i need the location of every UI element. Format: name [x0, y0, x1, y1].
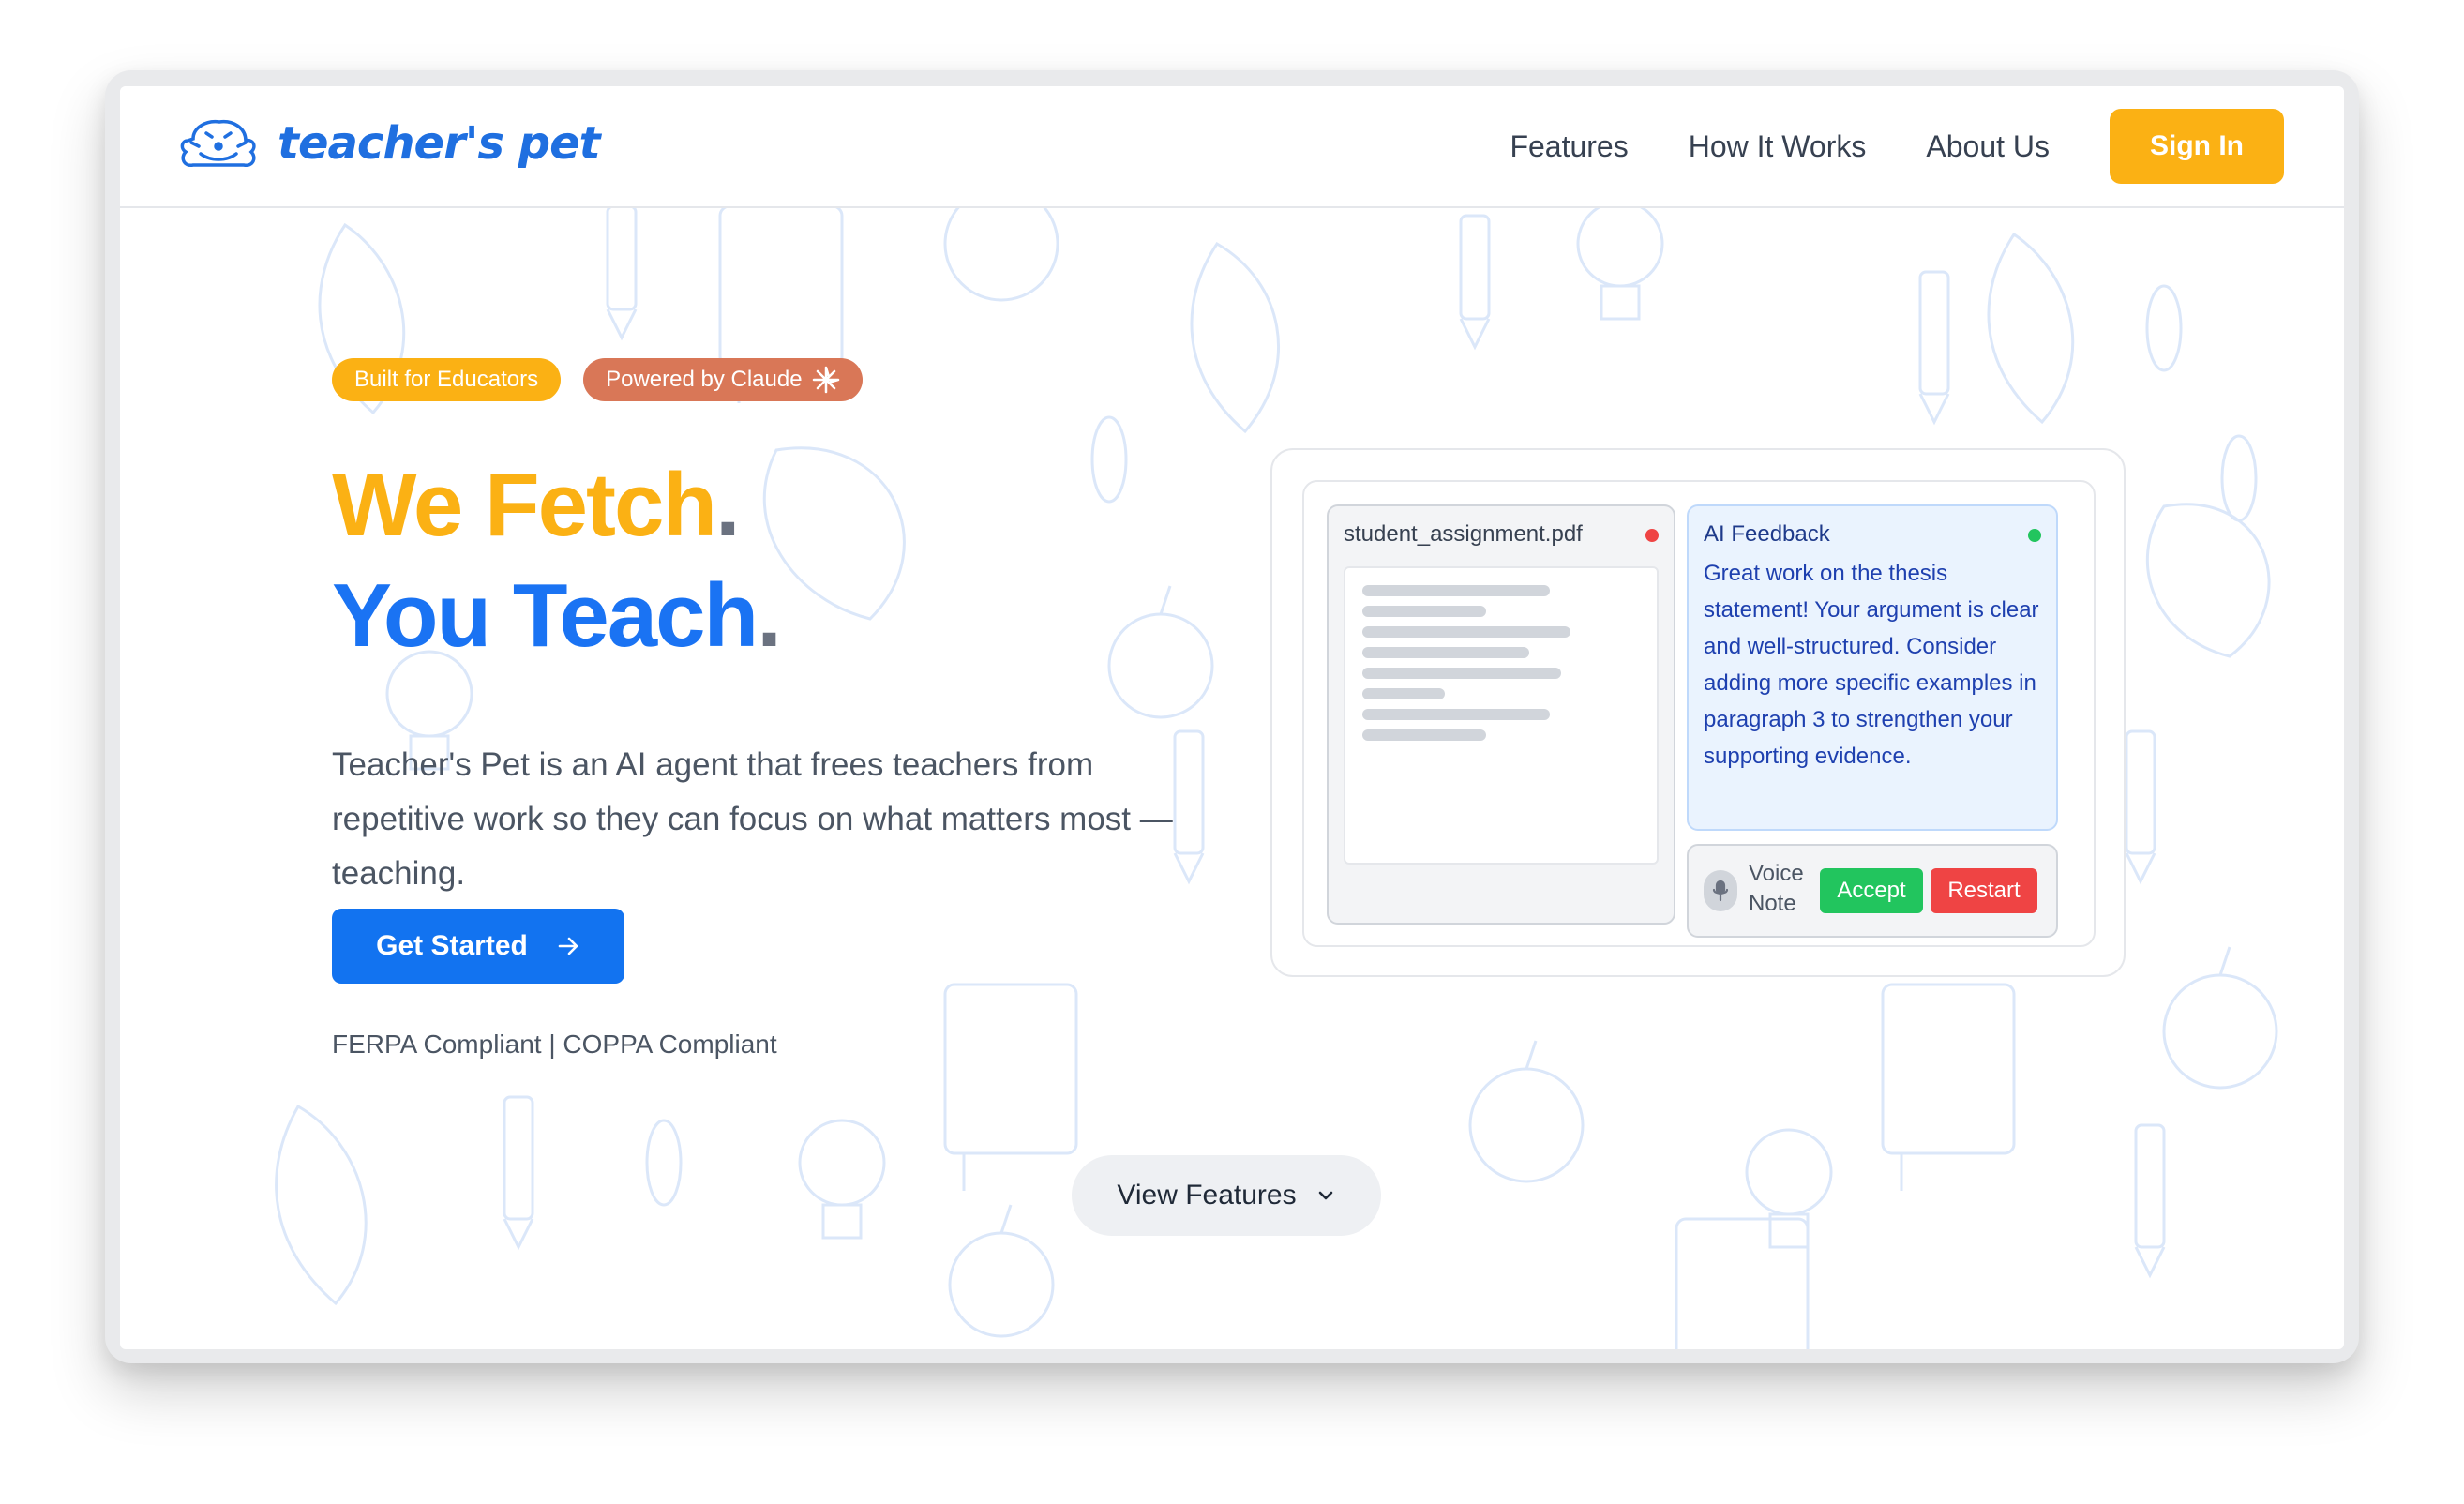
headline-we-fetch: We Fetch. — [332, 454, 741, 557]
ai-feedback-text: Great work on the thesis statement! Your… — [1704, 561, 2039, 769]
chevron-down-icon — [1315, 1185, 1336, 1206]
status-dot-green — [2028, 529, 2041, 542]
book-doodle — [1881, 983, 2016, 1191]
pencil-doodle — [1918, 270, 1950, 426]
apple-doodle — [1468, 1040, 1585, 1183]
leaf-doodle — [275, 1104, 368, 1306]
brand-logo[interactable]: teacher's pet — [178, 111, 601, 176]
book-doodle — [1675, 1217, 1810, 1349]
text-line-placeholder — [1362, 688, 1445, 699]
badge-label: Powered by Claude — [606, 367, 803, 392]
book-doodle — [943, 983, 1078, 1191]
page-viewport: teacher's pet Features How It Works Abou… — [120, 86, 2344, 1349]
headline-period: . — [714, 455, 741, 555]
dog-mascot-icon — [180, 119, 256, 167]
lightbulb-doodle — [1576, 206, 1664, 321]
get-started-button[interactable]: Get Started — [332, 909, 624, 984]
microphone-icon[interactable] — [1704, 870, 1737, 911]
headline-period: . — [757, 565, 782, 666]
restart-button[interactable]: Restart — [1931, 868, 2037, 913]
pencil-doodle — [2125, 729, 2156, 885]
demo-preview-inner: student_assignment.pdf AI Feedback Great… — [1302, 480, 2096, 947]
view-features-button[interactable]: View Features — [1072, 1155, 1381, 1236]
voice-note-label: Voice Note — [1749, 861, 1804, 916]
status-dot-red — [1645, 529, 1659, 542]
badge-label: Built for Educators — [354, 367, 539, 392]
accept-button[interactable]: Accept — [1820, 868, 1923, 913]
paperclip-doodle — [1090, 415, 1128, 504]
assignment-document-panel: student_assignment.pdf — [1327, 504, 1675, 925]
text-line-placeholder — [1362, 606, 1486, 617]
compliance-note: FERPA Compliant | COPPA Compliant — [332, 1030, 777, 1059]
text-line-placeholder — [1362, 709, 1550, 720]
leaf-doodle — [1190, 242, 1281, 434]
get-started-label: Get Started — [376, 930, 528, 961]
text-line-placeholder — [1362, 668, 1561, 679]
text-line-placeholder — [1362, 647, 1529, 658]
nav-link-features[interactable]: Features — [1510, 129, 1628, 164]
pencil-doodle — [1459, 214, 1491, 351]
apple-doodle — [948, 1204, 1055, 1338]
hero-description: Teacher's Pet is an AI agent that frees … — [332, 746, 1173, 892]
text-line-placeholder — [1362, 585, 1550, 596]
main-nav: Features How It Works About Us Sign In — [1510, 109, 2284, 184]
ai-feedback-title: AI Feedback — [1704, 521, 1830, 547]
apple-doodle — [943, 206, 1059, 302]
paperclip-doodle — [2220, 434, 2258, 522]
leaf-doodle — [2145, 503, 2271, 658]
pencil-doodle — [503, 1095, 534, 1251]
document-preview — [1344, 566, 1659, 865]
arrow-right-icon — [556, 934, 580, 958]
site-header: teacher's pet Features How It Works Abou… — [120, 86, 2344, 208]
pencil-doodle — [606, 206, 638, 341]
sign-in-button[interactable]: Sign In — [2110, 109, 2284, 184]
pencil-doodle — [2134, 1123, 2166, 1279]
built-for-educators-badge: Built for Educators — [332, 358, 562, 401]
powered-by-claude-badge: Powered by Claude — [583, 358, 863, 401]
apple-doodle — [1107, 585, 1214, 719]
text-line-placeholder — [1362, 729, 1486, 741]
brand-wordmark: teacher's pet — [278, 117, 601, 170]
demo-preview-card: student_assignment.pdf AI Feedback Great… — [1270, 448, 2126, 977]
sparkle-icon — [812, 366, 839, 394]
hero-badges: Built for Educators Powered by Claude — [332, 358, 885, 401]
leaf-doodle — [762, 446, 906, 621]
view-features-label: View Features — [1117, 1180, 1297, 1211]
headline-text: We Fetch — [332, 455, 717, 555]
headline-text: You Teach — [332, 565, 759, 666]
nav-link-about-us[interactable]: About Us — [1926, 129, 2050, 164]
feedback-actions-panel: Voice Note Accept Restart — [1687, 844, 2058, 938]
paperclip-doodle — [2145, 284, 2183, 372]
paperclip-doodle — [645, 1119, 683, 1207]
headline-you-teach: You Teach. — [332, 564, 782, 668]
lightbulb-doodle — [798, 1119, 886, 1240]
nav-link-how-it-works[interactable]: How It Works — [1689, 129, 1867, 164]
document-filename: student_assignment.pdf — [1344, 521, 1583, 547]
leaf-doodle — [1987, 232, 2075, 425]
text-line-placeholder — [1362, 626, 1570, 638]
lightbulb-doodle — [1745, 1128, 1833, 1249]
apple-doodle — [2162, 946, 2278, 1090]
ai-feedback-panel: AI Feedback Great work on the thesis sta… — [1687, 504, 2058, 831]
